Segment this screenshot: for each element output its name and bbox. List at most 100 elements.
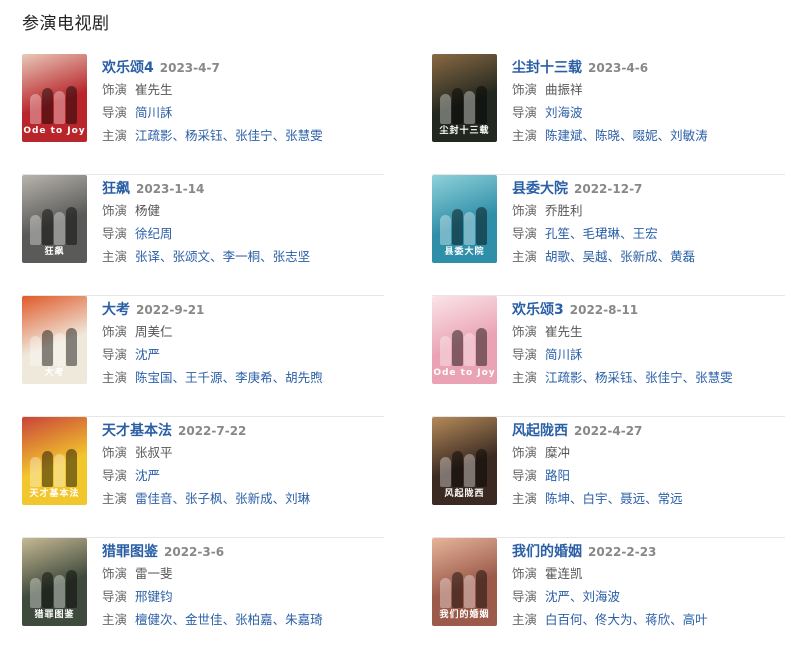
director-link[interactable]: 路阳 xyxy=(545,468,570,483)
cast-link[interactable]: 陈宝国 xyxy=(135,370,173,385)
role-row: 饰演 周美仁 xyxy=(102,320,382,343)
poster-figure xyxy=(464,575,475,608)
director-link[interactable]: 邢键钧 xyxy=(135,589,173,604)
drama-title-link[interactable]: 县委大院 xyxy=(512,181,568,197)
poster-figures xyxy=(28,568,81,608)
drama-title-link[interactable]: 欢乐颂3 xyxy=(512,302,564,318)
drama-title-link[interactable]: 天才基本法 xyxy=(102,423,172,439)
director-label: 导演 xyxy=(512,347,538,362)
cast-link[interactable]: 白宇 xyxy=(583,491,608,506)
cast-link[interactable]: 张柏嘉 xyxy=(235,612,273,627)
director-link[interactable]: 简川訸 xyxy=(135,105,173,120)
cast-label: 主演 xyxy=(102,491,128,506)
poster-caption: 我们的婚姻 xyxy=(439,610,490,620)
separator: 、 xyxy=(172,370,186,385)
cast-link[interactable]: 聂远 xyxy=(620,491,645,506)
poster-figures xyxy=(438,447,491,487)
cast-link[interactable]: 胡歌 xyxy=(545,249,570,264)
cast-link[interactable]: 高叶 xyxy=(683,612,708,627)
cast-link[interactable]: 张新成 xyxy=(620,249,658,264)
cast-link[interactable]: 江疏影 xyxy=(545,370,583,385)
drama-poster[interactable]: 猎罪图鉴 xyxy=(22,538,87,626)
cast-link[interactable]: 陈坤 xyxy=(545,491,570,506)
cast-label: 主演 xyxy=(512,370,538,385)
role-label: 饰演 xyxy=(512,82,538,97)
drama-title-link[interactable]: 大考 xyxy=(102,302,130,318)
separator: 、 xyxy=(570,249,583,264)
drama-poster[interactable]: 大考 xyxy=(22,296,87,384)
drama-title-link[interactable]: 狂飙 xyxy=(102,181,130,197)
cast-link[interactable]: 陈晓 xyxy=(595,128,620,143)
drama-list-page: 参演电视剧 Ode to Joy 欢乐颂4 2023-4-7 饰演 崔先生 导演 简川訸 主演… xyxy=(0,0,785,639)
drama-poster[interactable]: 风起陇西 xyxy=(432,417,497,505)
poster-figure xyxy=(54,333,65,366)
director-link[interactable]: 沈严 xyxy=(545,589,570,604)
cast-link[interactable]: 啜妮 xyxy=(633,128,658,143)
separator: 、 xyxy=(272,370,286,385)
cast-link[interactable]: 张佳宁 xyxy=(645,370,683,385)
cast-link[interactable]: 王千源 xyxy=(185,370,223,385)
cast-link[interactable]: 刘琳 xyxy=(285,491,310,506)
director-link[interactable]: 刘海波 xyxy=(545,105,583,120)
cast-link[interactable]: 张佳宁 xyxy=(235,128,273,143)
cast-link[interactable]: 张新成 xyxy=(235,491,273,506)
cast-link[interactable]: 李庚希 xyxy=(235,370,273,385)
director-link[interactable]: 孔笙 xyxy=(545,226,570,241)
poster-figure xyxy=(452,209,463,245)
cast-link[interactable]: 佟大为 xyxy=(595,612,633,627)
cast-link[interactable]: 朱嘉琦 xyxy=(285,612,323,627)
drama-info: 尘封十三载 2023-4-6 饰演 曲振祥 导演 刘海波 主演 陈建斌、陈晓、啜妮、刘敏涛 xyxy=(512,56,785,147)
drama-poster[interactable]: 尘封十三载 xyxy=(432,54,497,142)
director-link[interactable]: 徐纪周 xyxy=(135,226,173,241)
director-row: 导演 徐纪周 xyxy=(102,222,382,245)
cast-link[interactable]: 黄磊 xyxy=(670,249,695,264)
cast-link[interactable]: 雷佳音 xyxy=(135,491,173,506)
cast-link[interactable]: 张颂文 xyxy=(173,249,211,264)
drama-title-link[interactable]: 尘封十三载 xyxy=(512,60,582,76)
director-link[interactable]: 沈严 xyxy=(135,347,160,362)
cast-link[interactable]: 白百何 xyxy=(545,612,583,627)
cast-link[interactable]: 张译 xyxy=(135,249,160,264)
drama-card: 风起陇西 风起陇西 2022-4-27 饰演 糜冲 导演 路阳 主演 陈坤、白宇、聂远、常远 xyxy=(432,417,785,538)
director-link[interactable]: 毛珺琳 xyxy=(583,226,621,241)
drama-poster[interactable]: 我们的婚姻 xyxy=(432,538,497,626)
cast-link[interactable]: 檀健次 xyxy=(135,612,173,627)
cast-link[interactable]: 杨采钰 xyxy=(185,128,223,143)
cast-row: 主演 雷佳音、张子枫、张新成、刘琳 xyxy=(102,487,382,510)
cast-link[interactable]: 张慧雯 xyxy=(695,370,733,385)
drama-poster[interactable]: 狂飙 xyxy=(22,175,87,263)
poster-figure xyxy=(452,330,463,366)
director-link[interactable]: 简川訸 xyxy=(545,347,583,362)
drama-poster[interactable]: Ode to Joy xyxy=(22,54,87,142)
cast-link[interactable]: 常远 xyxy=(658,491,683,506)
cast-link[interactable]: 胡先煦 xyxy=(285,370,323,385)
director-link[interactable]: 沈严 xyxy=(135,468,160,483)
drama-poster[interactable]: Ode to Joy xyxy=(432,296,497,384)
poster-figure xyxy=(464,91,475,124)
drama-poster[interactable]: 县委大院 xyxy=(432,175,497,263)
drama-grid: Ode to Joy 欢乐颂4 2023-4-7 饰演 崔先生 导演 简川訸 主演 江疏影、杨采… xyxy=(0,0,785,639)
cast-link[interactable]: 刘敏涛 xyxy=(670,128,708,143)
cast-link[interactable]: 张子枫 xyxy=(185,491,223,506)
director-label: 导演 xyxy=(102,226,128,241)
cast-link[interactable]: 张慧雯 xyxy=(285,128,323,143)
drama-title-link[interactable]: 风起陇西 xyxy=(512,423,568,439)
cast-link[interactable]: 蒋欣 xyxy=(645,612,670,627)
air-date: 2023-1-14 xyxy=(136,182,205,196)
cast-link[interactable]: 张志坚 xyxy=(273,249,311,264)
drama-poster[interactable]: 天才基本法 xyxy=(22,417,87,505)
cast-link[interactable]: 陈建斌 xyxy=(545,128,583,143)
drama-title-link[interactable]: 欢乐颂4 xyxy=(102,60,154,76)
cast-link[interactable]: 李一桐 xyxy=(223,249,261,264)
director-link[interactable]: 王宏 xyxy=(633,226,658,241)
cast-link[interactable]: 吴越 xyxy=(583,249,608,264)
poster-figure xyxy=(54,91,65,124)
drama-title-link[interactable]: 我们的婚姻 xyxy=(512,544,582,560)
cast-link[interactable]: 江疏影 xyxy=(135,128,173,143)
director-link[interactable]: 刘海波 xyxy=(583,589,621,604)
role-name: 糜冲 xyxy=(545,445,571,460)
drama-title-link[interactable]: 猎罪图鉴 xyxy=(102,544,158,560)
role-name: 乔胜利 xyxy=(545,203,583,218)
cast-link[interactable]: 杨采钰 xyxy=(595,370,633,385)
cast-link[interactable]: 金世佳 xyxy=(185,612,223,627)
